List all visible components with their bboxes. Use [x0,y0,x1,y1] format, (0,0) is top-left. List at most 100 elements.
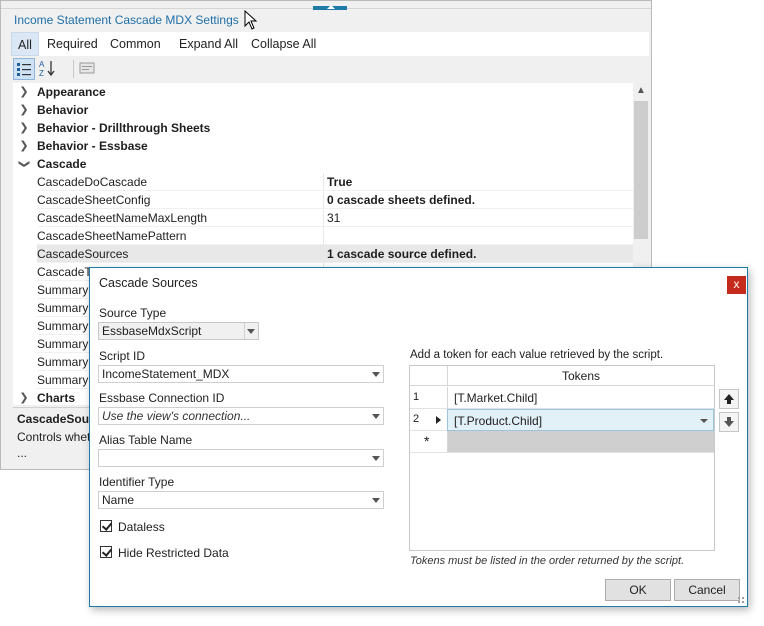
token-new-cell[interactable] [447,431,714,453]
svg-text:Z: Z [39,69,44,78]
token-cell[interactable]: [T.Market.Child] [447,387,714,409]
chevron-down-icon [372,372,380,377]
property-value[interactable] [323,227,633,245]
property-row[interactable]: CascadeSheetConfig 0 cascade sheets defi… [13,191,633,209]
token-row[interactable]: 1 [T.Market.Child] [410,387,714,409]
property-row[interactable]: CascadeSheetNamePattern [13,227,633,245]
script-id-select[interactable]: IncomeStatement_MDX [98,365,384,383]
script-id-value: IncomeStatement_MDX [102,367,230,381]
sort-az-icon[interactable]: A Z [37,58,59,80]
category-label: Behavior - Drillthrough Sheets [37,121,211,135]
tokens-order-note: Tokens must be listed in the order retur… [410,555,685,567]
close-button[interactable]: x [727,276,746,294]
tokens-column-header: Tokens [447,366,714,386]
token-new-row[interactable]: * [410,431,714,453]
new-row-marker: * [424,433,430,449]
dialog-title: Cascade Sources [99,276,198,290]
source-type-select[interactable]: EssbaseMdxScript [98,322,259,340]
arrow-up-icon [724,394,734,404]
token-row-current[interactable]: 2 [T.Product.Child] [410,409,714,431]
script-id-label: Script ID [99,349,146,363]
source-type-label: Source Type [99,306,167,320]
chevron-right-icon[interactable]: ❯ [17,389,31,405]
panel-title: Income Statement Cascade MDX Settings [14,13,239,27]
identifier-type-value: Name [102,493,135,507]
category-label: Behavior - Essbase [37,139,148,153]
chevron-down-icon [247,329,255,334]
property-row[interactable]: CascadeDoCascade True [13,173,633,191]
alias-table-label: Alias Table Name [99,433,193,447]
property-value[interactable]: 0 cascade sheets defined. [323,191,633,209]
connection-id-label: Essbase Connection ID [99,391,225,405]
token-cell-text: [T.Product.Child] [454,414,543,428]
identifier-type-label: Identifier Type [99,475,175,489]
identifier-type-select[interactable]: Name [98,491,384,509]
property-toolbar: A Z [11,57,649,81]
property-row[interactable]: CascadeSheetNameMaxLength 31 [13,209,633,227]
grid-corner [410,366,447,386]
category-behavior-drillthrough[interactable]: ❯ Behavior - Drillthrough Sheets [13,119,633,137]
chevron-right-icon[interactable]: ❯ [17,83,31,101]
category-behavior[interactable]: ❯ Behavior [13,101,633,119]
connection-id-select[interactable]: Use the view's connection... [98,407,384,425]
description-more: ... [17,446,28,460]
property-value[interactable]: 1 cascade source defined. [323,245,633,263]
dataless-checkbox[interactable] [100,520,112,532]
arrow-down-icon [724,417,734,427]
scrollbar-thumb[interactable] [634,101,648,239]
toolbar-separator [73,60,74,78]
category-label: Cascade [37,157,87,171]
filter-common[interactable]: Common [104,32,167,56]
current-row-indicator-icon [436,416,441,424]
mouse-cursor-icon [244,9,258,33]
property-name: CascadeSheetNameMaxLength [37,209,323,227]
chevron-right-icon[interactable]: ❯ [17,119,31,137]
cancel-button[interactable]: Cancel [674,579,740,601]
cascade-sources-dialog: Cascade Sources x Source Type EssbaseMdx… [89,267,748,607]
svg-text:A: A [39,60,45,69]
connection-id-value: Use the view's connection... [102,409,251,423]
source-type-value: EssbaseMdxScript [102,324,202,338]
chevron-down-icon[interactable] [700,419,708,423]
property-name: CascadeSources [37,245,323,263]
category-label: Behavior [37,103,89,117]
row-number: 2 [413,413,420,425]
filter-required[interactable]: Required [41,32,104,56]
token-cell-editor[interactable]: [T.Product.Child] [447,409,714,431]
category-behavior-essbase[interactable]: ❯ Behavior - Essbase [13,137,633,155]
expand-all-button[interactable]: Expand All [173,32,244,56]
chevron-down-icon[interactable]: ❯ [15,157,33,171]
hide-restricted-checkbox[interactable] [100,546,112,558]
property-value[interactable]: True [323,173,633,191]
property-name: CascadeSheetConfig [37,191,323,209]
filter-bar: All Required Common Expand All Collapse … [11,32,649,56]
ok-button[interactable]: OK [605,579,671,601]
property-name: CascadeDoCascade [37,173,323,191]
category-label: Charts [37,391,76,405]
tokens-grid: Tokens 1 [T.Market.Child] 2 [T.Product.C… [409,365,715,551]
filter-all[interactable]: All [11,32,39,56]
category-appearance[interactable]: ❯ Appearance [13,83,633,101]
hide-restricted-label: Hide Restricted Data [118,546,229,560]
chevron-right-icon[interactable]: ❯ [17,101,31,119]
splitter-arrow-icon [327,5,335,9]
property-pages-icon[interactable] [77,58,99,80]
description-text: Controls wheth [17,430,98,444]
move-up-button[interactable] [719,389,739,409]
move-down-button[interactable] [719,412,739,432]
tokens-instruction: Add a token for each value retrieved by … [410,349,664,361]
row-number: 1 [413,391,420,403]
dataless-label: Dataless [118,520,165,534]
property-name: CascadeSheetNamePattern [37,227,323,245]
collapse-all-button[interactable]: Collapse All [245,32,322,56]
category-label: Appearance [37,85,106,99]
categorized-icon[interactable] [13,58,35,80]
resize-grip-icon[interactable] [737,596,745,604]
chevron-right-icon[interactable]: ❯ [17,137,31,155]
scroll-up-icon[interactable]: ▲ [633,85,649,96]
property-row-selected[interactable]: CascadeSources 1 cascade source defined. [13,245,633,263]
alias-table-select[interactable] [98,449,384,467]
property-value[interactable]: 31 [323,209,633,227]
category-cascade[interactable]: ❯ Cascade [13,155,633,173]
chevron-down-icon [372,414,380,419]
